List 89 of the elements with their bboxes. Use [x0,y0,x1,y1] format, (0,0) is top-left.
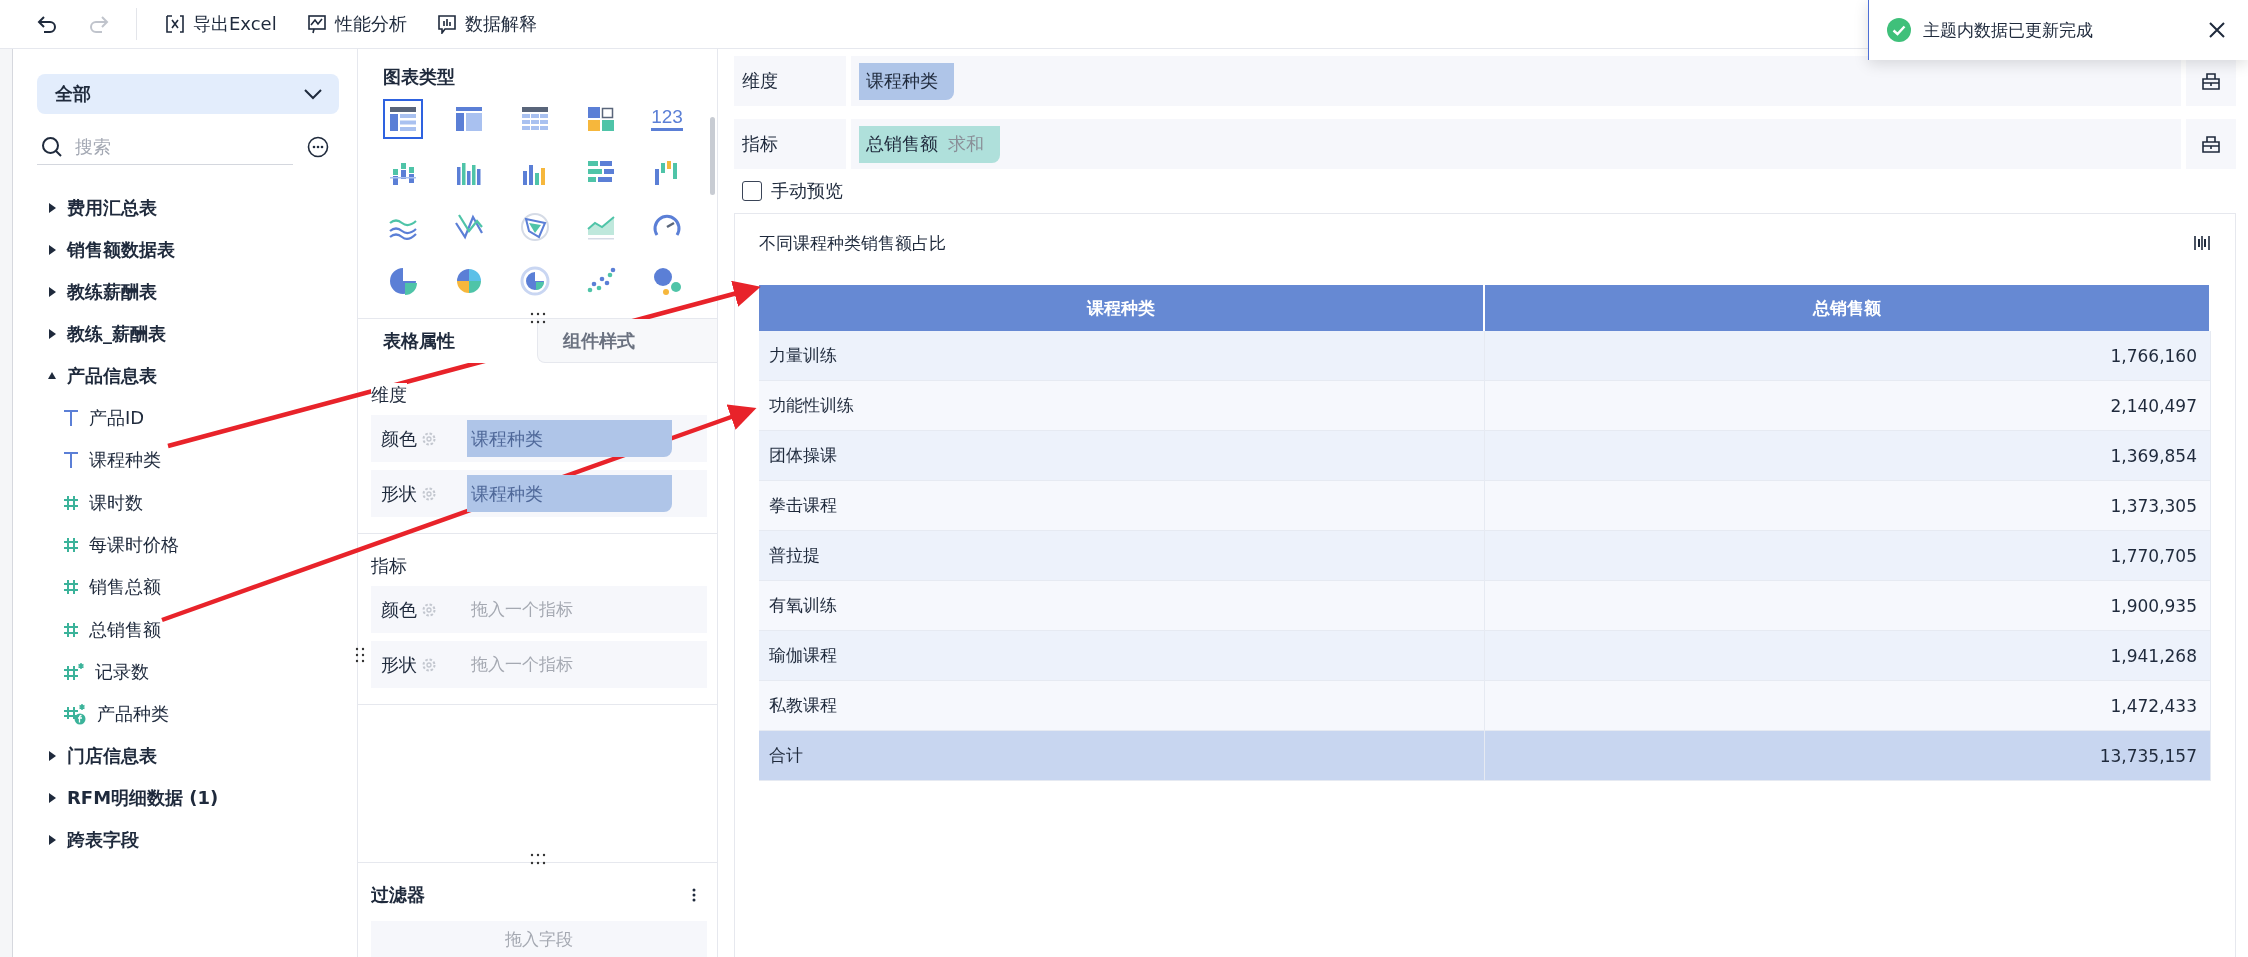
hash-icon [63,536,79,555]
search-icon [41,135,63,158]
explain-button[interactable]: 数据解释 [424,12,549,36]
table-cell: 瑜伽课程 [759,631,1485,681]
section-title: 过滤器 [371,883,425,907]
caret-right-icon[interactable] [47,244,57,256]
table-name[interactable]: 销售额数据表 [67,238,175,262]
text-type-icon [63,451,79,470]
field-name[interactable]: 课时数 [89,490,143,515]
field-name[interactable]: 课程种类 [89,448,161,473]
drag-handle-icon[interactable] [355,647,365,663]
caret-right-icon[interactable] [47,750,57,763]
caret-right-icon[interactable] [47,202,57,214]
drop-slot[interactable]: 颜色 拖入一个指标 [371,586,707,633]
field-chip[interactable]: 总销售额 求和 [859,125,1000,163]
hash-icon [63,578,79,597]
hash-icon [63,620,79,639]
table-name[interactable]: 门店信息表 [67,744,157,769]
text-type-icon [63,409,79,428]
shelf-action-button[interactable] [2186,119,2236,169]
calculated-field-icon [63,703,87,726]
chart-title: 不同课程种类销售额占比 [759,231,946,255]
table-cell: 团体操课 [759,431,1485,481]
table-cell: 1,941,268 [1485,631,2211,681]
barcode-icon[interactable] [2193,234,2211,252]
table-name[interactable]: RFM明细数据 (1) [67,786,219,811]
more-icon[interactable] [691,887,697,903]
table-cell: 普拉提 [759,531,1485,581]
table-cell: 有氧训练 [759,581,1485,631]
shelf-label: 维度 [734,56,846,106]
line-chart-icon [306,14,327,34]
caret-right-icon[interactable] [47,834,57,847]
shelf-label: 指标 [734,119,846,169]
field-name[interactable]: 记录数 [95,659,149,684]
spreadsheet-icon [165,14,185,34]
table-cell: 力量训练 [759,331,1485,381]
chart-type-button[interactable]: 123 [647,99,687,139]
table-cell: 2,140,497 [1485,381,2211,431]
chart-type-button[interactable] [383,99,423,139]
table-cell: 1,472,433 [1485,681,2211,731]
table-cell: 私教课程 [759,681,1485,731]
chart-icon [651,265,683,297]
table-name[interactable]: 跨表字段 [67,828,139,853]
bar-chart-icon [436,14,457,34]
search-field[interactable]: 搜索 [73,135,277,158]
field-chip[interactable]: 课程种类 [859,62,954,100]
caret-down-icon[interactable] [47,370,57,382]
table-cell: 1,900,935 [1485,581,2211,631]
more-icon[interactable] [307,136,329,158]
field-name[interactable]: 销售总额 [89,575,161,600]
excel-button[interactable]: 导出Excel [153,12,289,36]
chevron-down-icon [303,88,323,100]
pie-icon [387,265,419,297]
field-name[interactable]: 产品ID [89,406,145,431]
scope-dropdown[interactable]: 全部 [37,74,339,114]
hash-icon [63,661,85,682]
success-icon [1887,18,1911,42]
section-label: 维度 [371,383,407,407]
chart-icon [519,265,551,297]
table-name[interactable]: 产品信息表 [67,364,157,388]
performance-button[interactable]: 性能分析 [294,12,419,36]
toast-message: 主题内数据已更新完成 [1923,18,2094,42]
field-name[interactable]: 每课时价格 [89,533,179,558]
table-cell: 1,369,854 [1485,431,2211,481]
chart-icon [519,211,551,243]
table-name[interactable]: 教练薪酬表 [67,280,157,304]
table-cell: 1,770,705 [1485,531,2211,581]
table-name[interactable]: 教练_薪酬表 [67,322,166,346]
drop-slot[interactable]: 形状 拖入一个指标 [371,641,707,688]
total-cell: 合计 [759,731,1485,781]
caret-right-icon[interactable] [47,328,57,340]
checkbox-label: 手动预览 [771,179,843,203]
table-cell: 1,373,305 [1485,481,2211,531]
field-name[interactable]: 总销售额 [89,617,161,642]
hash-icon [63,493,79,512]
total-cell: 13,735,157 [1485,731,2211,781]
drag-handle-icon[interactable] [529,853,546,865]
section-title: 图表类型 [383,65,456,89]
section-label: 指标 [371,554,407,578]
tab[interactable]: 组件样式 [537,319,717,363]
table-cell: 1,766,160 [1485,331,2211,381]
number-chart-label: 123 [651,107,683,131]
table-cell: 拳击课程 [759,481,1485,531]
caret-right-icon[interactable] [47,286,57,298]
table-name[interactable]: 费用汇总表 [67,196,157,220]
field-name[interactable]: 产品种类 [97,702,169,727]
checkbox[interactable] [742,181,762,201]
table-cell: 功能性训练 [759,381,1485,431]
caret-right-icon[interactable] [47,792,57,805]
